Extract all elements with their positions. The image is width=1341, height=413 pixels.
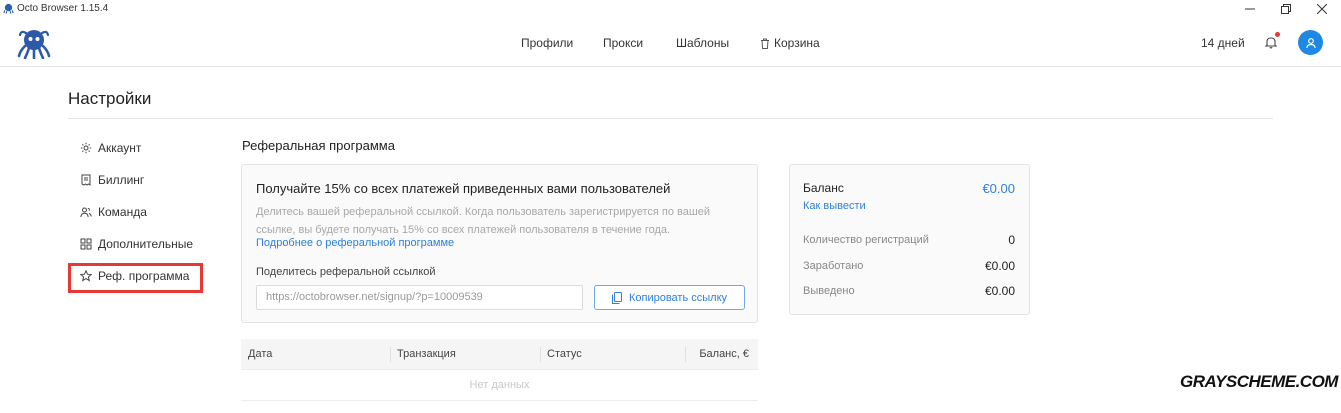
share-label: Поделитесь реферальной ссылкой xyxy=(256,266,436,278)
minimize-icon xyxy=(1245,8,1255,10)
earned-label: Заработано xyxy=(803,260,864,272)
empty-state-text: Нет данных xyxy=(469,379,530,391)
octopus-logo-icon[interactable] xyxy=(17,27,51,59)
sidebar-item-team[interactable]: Команда xyxy=(80,204,147,220)
nav-proxies[interactable]: Прокси xyxy=(603,36,643,50)
balance-card: Баланс €0.00 Как вывести Количество реги… xyxy=(789,164,1030,315)
column-transaction[interactable]: Транзакция xyxy=(397,348,456,360)
sidebar-item-label: Команда xyxy=(98,205,147,219)
close-button[interactable] xyxy=(1302,0,1341,18)
sidebar-item-billing[interactable]: Биллинг xyxy=(80,172,144,188)
column-separator xyxy=(540,347,541,362)
active-item-highlight xyxy=(68,263,203,293)
gear-icon xyxy=(80,142,92,154)
transactions-table-header: Дата Транзакция Статус Баланс, € xyxy=(241,339,758,370)
minimize-button[interactable] xyxy=(1230,0,1270,18)
column-date[interactable]: Дата xyxy=(248,348,272,360)
column-separator xyxy=(685,347,686,362)
referral-heading: Получайте 15% со всех платежей приведенн… xyxy=(256,181,671,196)
sidebar-item-label: Дополнительные xyxy=(98,237,193,251)
title-bar: Octo Browser 1.15.4 xyxy=(0,0,1341,18)
page-title: Настройки xyxy=(68,89,152,108)
copy-link-label: Копировать ссылку xyxy=(628,291,728,304)
nav-profiles[interactable]: Профили xyxy=(521,36,573,50)
column-balance[interactable]: Баланс, € xyxy=(699,348,749,360)
section-title: Реферальная программа xyxy=(242,138,395,153)
referral-card: Получайте 15% со всех платежей приведенн… xyxy=(241,164,758,323)
nav-trash[interactable]: Корзина xyxy=(760,36,820,50)
sidebar-item-label: Биллинг xyxy=(98,173,145,187)
copy-icon xyxy=(611,291,622,304)
page-divider xyxy=(68,118,1273,119)
team-icon xyxy=(80,207,92,218)
withdraw-link[interactable]: Как вывести xyxy=(803,200,866,212)
column-separator xyxy=(390,347,391,362)
table-empty-row: Нет данных xyxy=(241,371,758,401)
top-navigation: Профили Прокси Шаблоны Корзина 14 дней xyxy=(0,18,1341,67)
registrations-label: Количество регистраций xyxy=(803,234,929,246)
trash-icon xyxy=(761,38,769,49)
balance-title: Баланс xyxy=(803,181,844,195)
column-status[interactable]: Статус xyxy=(547,348,582,360)
copy-link-button[interactable]: Копировать ссылку xyxy=(594,285,745,310)
withdrawn-value: €0.00 xyxy=(984,284,1015,298)
avatar[interactable] xyxy=(1298,30,1323,55)
nav-trash-label: Корзина xyxy=(774,36,820,50)
referral-description: Делитесь вашей реферальной ссылкой. Когд… xyxy=(256,206,710,236)
close-icon xyxy=(1317,4,1327,14)
restore-icon xyxy=(1281,4,1291,14)
balance-value: €0.00 xyxy=(982,181,1015,196)
referral-link-field[interactable]: https://octobrowser.net/signup/?p=100095… xyxy=(256,285,583,310)
receipt-icon xyxy=(81,174,91,186)
notification-dot xyxy=(1275,32,1280,37)
watermark: GRAYSCHEME.COM xyxy=(1180,372,1338,391)
withdrawn-label: Выведено xyxy=(803,285,855,297)
restore-button[interactable] xyxy=(1266,0,1306,18)
sidebar-item-additional[interactable]: Дополнительные xyxy=(80,236,193,252)
user-icon xyxy=(1305,37,1316,48)
days-left-badge[interactable]: 14 дней xyxy=(1201,36,1245,50)
app-logo-icon xyxy=(3,3,14,14)
sidebar-item-label: Аккаунт xyxy=(98,141,142,155)
bell-icon[interactable] xyxy=(1264,35,1278,49)
referral-more-link[interactable]: Подробнее о реферальной программе xyxy=(256,237,454,249)
earned-value: €0.00 xyxy=(984,259,1015,273)
registrations-value: 0 xyxy=(1008,233,1015,247)
grid-icon xyxy=(80,238,92,250)
nav-templates[interactable]: Шаблоны xyxy=(676,36,729,50)
window-title: Octo Browser 1.15.4 xyxy=(17,3,109,14)
sidebar-item-account[interactable]: Аккаунт xyxy=(80,140,141,156)
